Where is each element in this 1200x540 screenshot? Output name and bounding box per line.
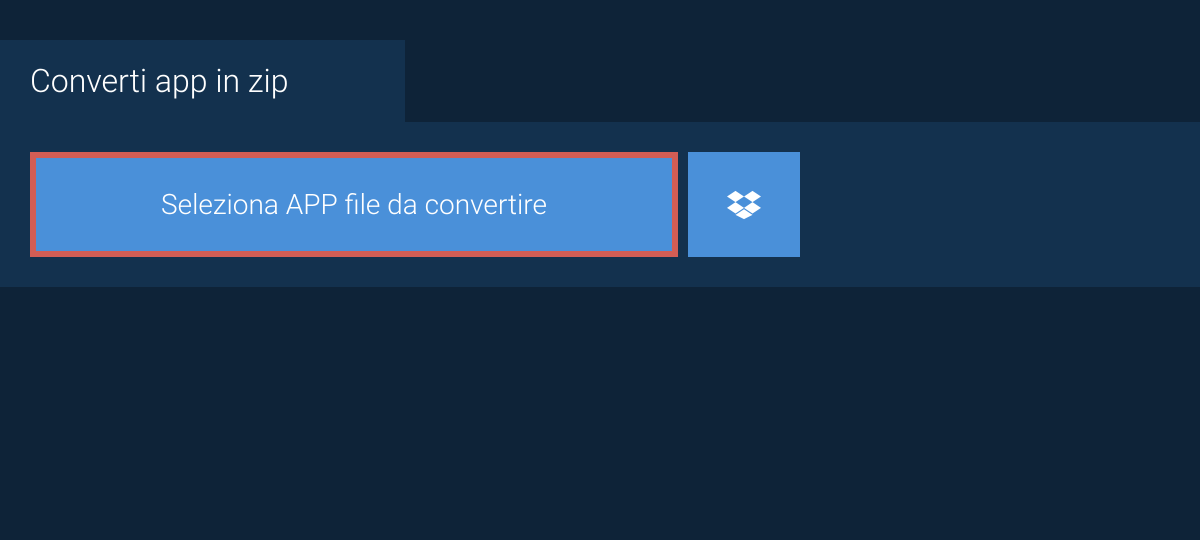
select-file-button[interactable]: Seleziona APP file da convertire (30, 152, 678, 257)
dropbox-icon (727, 188, 761, 222)
content-area: Seleziona APP file da convertire (0, 122, 1200, 287)
dropbox-button[interactable] (688, 152, 800, 257)
tab-header: Converti app in zip (0, 40, 405, 122)
button-row: Seleziona APP file da convertire (30, 152, 800, 257)
page-title: Converti app in zip (30, 62, 375, 100)
